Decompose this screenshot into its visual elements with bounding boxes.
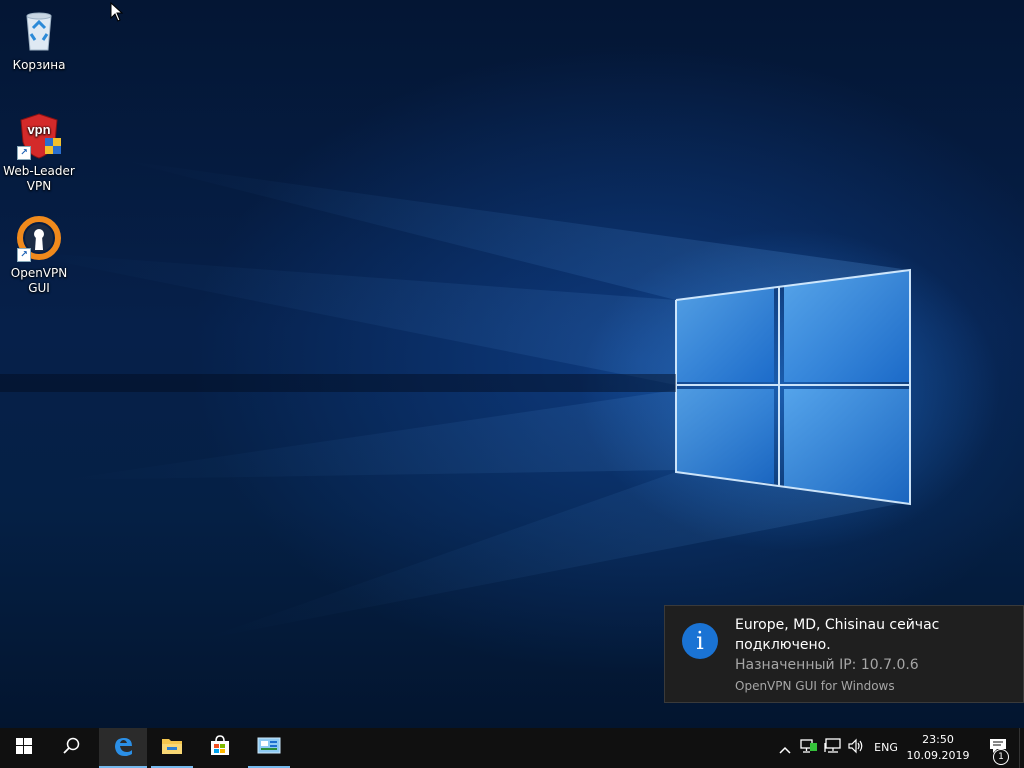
shortcut-arrow-icon: ↗	[17, 248, 31, 262]
search-button[interactable]	[48, 728, 96, 768]
info-icon: i	[682, 623, 718, 659]
chevron-up-icon	[779, 739, 791, 758]
desktop-icon-label: OpenVPN GUI	[10, 266, 68, 295]
vpn-shield-icon: vpn ↗	[15, 112, 63, 160]
clock-date: 10.09.2019	[906, 749, 970, 762]
taskbar-control-panel-button[interactable]	[245, 728, 293, 768]
clock[interactable]: 23:50 10.09.2019	[904, 732, 972, 764]
taskbar-store-button[interactable]	[196, 728, 244, 768]
start-button[interactable]	[0, 728, 48, 768]
control-panel-icon	[257, 736, 281, 760]
show-hidden-icons-button[interactable]	[774, 728, 796, 768]
notification-source: OpenVPN GUI for Windows	[735, 679, 895, 693]
volume-button[interactable]	[846, 728, 868, 768]
notification-title: Europe, MD, Chisinau сейчас подключено.	[735, 617, 940, 653]
desktop-icon-openvpn-gui[interactable]: ↗ OpenVPN GUI	[0, 214, 78, 296]
network-icon	[824, 738, 842, 758]
openvpn-tray-icon	[800, 738, 818, 758]
desktop-icon-recycle-bin[interactable]: Корзина	[0, 6, 78, 73]
clock-time: 23:50	[922, 733, 954, 746]
notification-body: Назначенный IP: 10.7.0.6	[735, 657, 919, 673]
openvpn-tray-button[interactable]	[798, 728, 820, 768]
vpn-shield-badge: vpn	[27, 122, 50, 137]
recycle-bin-icon	[15, 6, 63, 54]
shortcut-arrow-icon: ↗	[17, 146, 31, 160]
taskbar: ENG 23:50 10.09.2019	[0, 728, 1024, 768]
network-button[interactable]	[822, 728, 844, 768]
desktop-icon-label: Web-Leader VPN	[3, 164, 75, 193]
show-desktop-button[interactable]	[1019, 728, 1024, 768]
windows-logo-icon	[16, 738, 32, 758]
mouse-cursor-icon	[110, 1, 124, 26]
taskbar-file-explorer-button[interactable]	[148, 728, 196, 768]
desktop-icon-web-leader-vpn[interactable]: vpn ↗ Web-Leader VPN	[0, 112, 78, 194]
openvpn-icon: ↗	[15, 214, 63, 262]
folder-icon	[161, 736, 183, 760]
taskbar-edge-button[interactable]	[99, 728, 147, 768]
vpn-connected-notification[interactable]: i Europe, MD, Chisinau сейчас подключено…	[664, 605, 1024, 703]
input-language-indicator[interactable]: ENG	[868, 728, 904, 768]
desktop-icon-label: Корзина	[12, 58, 66, 72]
store-icon	[209, 735, 231, 761]
notification-count-badge: 1	[993, 749, 1009, 765]
edge-icon	[112, 735, 134, 761]
search-icon	[63, 737, 81, 759]
volume-icon	[848, 738, 866, 758]
